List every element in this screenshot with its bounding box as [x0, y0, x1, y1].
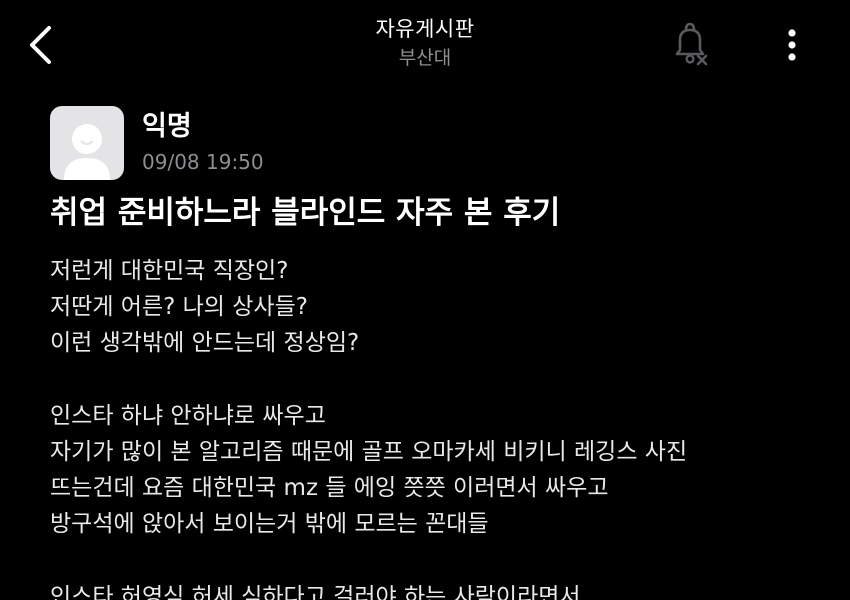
board-title: 자유게시판 [375, 17, 475, 41]
post-timestamp: 09/08 19:50 [142, 150, 264, 174]
post-body-line: 인스타 하냐 안하냐로 싸우고 [50, 402, 326, 429]
author-name: 익명 [142, 111, 192, 142]
chevron-left-icon [30, 26, 51, 64]
post-body-line: 인스타 허영심 허세 심하다고 걸러야 하는 사람이라면서 [50, 583, 581, 600]
post-body-line: 저딴게 어른? 나의 상사들? [50, 294, 308, 321]
post-body-line: 이런 생각밖에 안드는데 정상임? [50, 330, 360, 357]
notification-toggle-button[interactable] [668, 20, 716, 68]
bell-off-icon [675, 22, 708, 66]
top-bar: 자유게시판 부산대 [0, 0, 850, 90]
post-screen: 자유게시판 부산대 익명 09/08 19:50 취업 준비하느라 블라인드 자… [0, 0, 850, 600]
author-meta: 익명 09/08 19:50 [142, 106, 264, 176]
board-subtitle: 부산대 [398, 47, 452, 69]
user-silhouette-icon [64, 124, 110, 180]
post-body-line: 방구석에 앉아서 보이는거 밖에 모르는 꼰대들 [50, 511, 489, 538]
post-body-line [50, 362, 830, 398]
header-titles: 자유게시판 부산대 [0, 14, 850, 72]
post-body: 저런게 대한민국 직장인? 저딴게 어른? 나의 상사들? 이런 생각밖에 안드… [50, 253, 830, 600]
post-title: 취업 준비하느라 블라인드 자주 본 후기 [50, 195, 561, 231]
author-row: 익명 09/08 19:50 [50, 106, 264, 182]
avatar[interactable] [50, 106, 124, 180]
post-body-line: 저런게 대한민국 직장인? [50, 258, 289, 284]
more-vertical-icon [788, 29, 796, 61]
post-body-line: 자기가 많이 본 알고리즘 때문에 골프 오마카세 비키니 레깅스 사진 [50, 438, 688, 465]
post-body-line [50, 543, 830, 579]
more-options-button[interactable] [772, 22, 812, 68]
post-body-line: 뜨는건데 요즘 대한민국 mz 들 에잉 쯧쯧 이러면서 싸우고 [50, 475, 609, 502]
back-button[interactable] [22, 22, 58, 68]
